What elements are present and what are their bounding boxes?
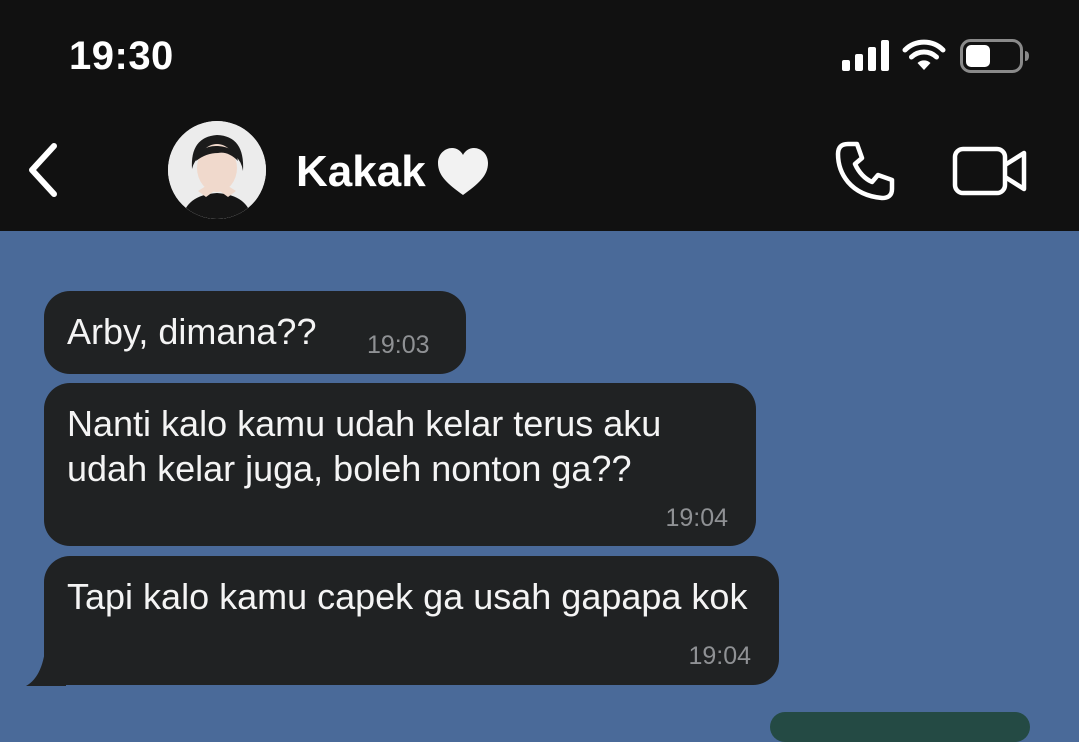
message-time: 19:04 bbox=[665, 504, 728, 532]
message-text: Arby, dimana?? bbox=[67, 311, 317, 352]
heart-icon bbox=[438, 148, 488, 195]
message-text: Tapi kalo kamu capek ga usah gapapa kok bbox=[67, 576, 748, 617]
message-bubble[interactable]: Arby, dimana?? 19:03 bbox=[44, 291, 466, 374]
top-bar: 19:30 Kakak bbox=[0, 0, 1079, 231]
message-text: Nanti kalo kamu udah kelar terus aku uda… bbox=[67, 403, 662, 489]
message-time: 19:03 bbox=[367, 331, 430, 359]
video-camera-icon[interactable] bbox=[952, 146, 1028, 196]
phone-icon[interactable] bbox=[834, 140, 896, 202]
message-bubble[interactable]: Tapi kalo kamu capek ga usah gapapa kok … bbox=[44, 556, 779, 685]
message-bubble[interactable]: Nanti kalo kamu udah kelar terus aku uda… bbox=[44, 383, 756, 546]
message-time: 19:04 bbox=[688, 642, 751, 670]
wifi-icon bbox=[902, 39, 946, 70]
battery-icon bbox=[960, 39, 1029, 73]
back-icon[interactable] bbox=[24, 140, 64, 200]
outgoing-message-bubble-partial[interactable] bbox=[770, 712, 1030, 742]
avatar[interactable] bbox=[168, 121, 266, 219]
signal-icon bbox=[842, 40, 889, 71]
contact-name[interactable]: Kakak bbox=[296, 147, 426, 197]
avatar-image bbox=[168, 121, 266, 219]
status-time: 19:30 bbox=[69, 34, 174, 78]
